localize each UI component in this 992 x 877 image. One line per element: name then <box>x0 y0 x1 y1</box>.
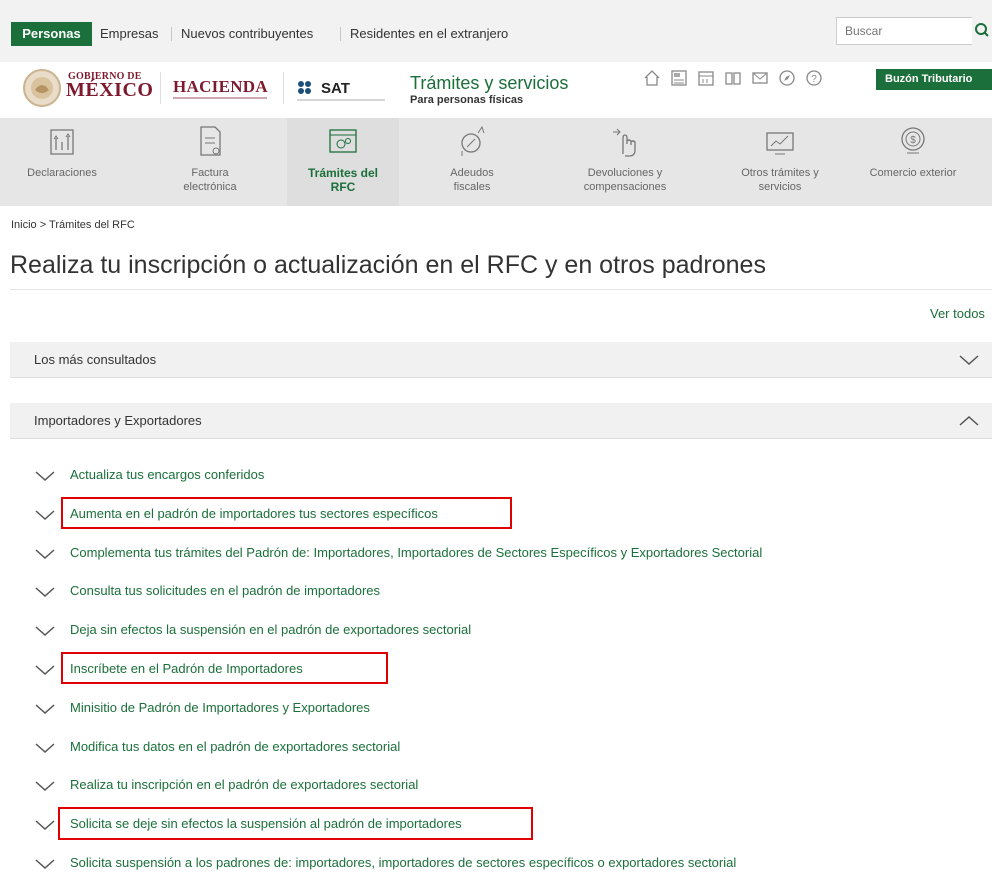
brand-divider <box>160 72 161 104</box>
list-item-label: Deja sin efectos la suspensión en el pad… <box>70 622 472 637</box>
tab-separator <box>340 27 341 41</box>
tab-empresas[interactable]: Empresas <box>100 22 159 46</box>
factura-icon <box>200 126 221 156</box>
search-input[interactable] <box>836 17 973 45</box>
list-item-label: Minisitio de Padrón de Importadores y Ex… <box>70 700 370 715</box>
sat-logo: SAT <box>321 80 350 97</box>
svg-text:?: ? <box>811 74 817 85</box>
hacienda-tagline <box>173 97 267 99</box>
compass-icon[interactable] <box>778 69 796 87</box>
chevron-down-icon <box>35 549 55 560</box>
hacienda-logo: HACIENDA <box>173 77 268 96</box>
sat-tagline <box>297 99 385 101</box>
nav-label: Declaraciones <box>27 167 97 179</box>
list-item-label: Complementa tus trámites del Padrón de: … <box>70 545 763 560</box>
nav-item-adeudos-fiscales[interactable]: Adeudos fiscales <box>432 118 512 206</box>
help-icon[interactable]: ? <box>805 69 823 87</box>
chevron-down-icon <box>35 781 55 792</box>
chevron-down-icon <box>35 743 55 754</box>
nav-label: Factura electrónica <box>183 167 237 193</box>
list-item-label: Actualiza tus encargos conferidos <box>70 467 265 482</box>
chevron-down-icon <box>35 704 55 715</box>
buzon-tributario-button[interactable]: Buzón Tributario <box>876 69 992 90</box>
highlight-box <box>58 807 533 840</box>
comercio-exterior-icon: $ <box>901 127 925 154</box>
accordion-label: Los más consultados <box>34 352 157 367</box>
mexico-seal-icon <box>23 69 61 107</box>
nav-item-tramites-rfc[interactable]: Trámites del RFC <box>297 118 389 206</box>
ver-todos-link[interactable]: Ver todos <box>930 306 985 321</box>
calendar-icon[interactable] <box>697 69 715 87</box>
rfc-icon <box>329 129 357 153</box>
accordion-label: Importadores y Exportadores <box>34 413 202 428</box>
nav-label: Otros trámites y servicios <box>741 167 819 193</box>
title-divider <box>10 289 992 290</box>
devoluciones-icon <box>613 128 636 157</box>
list-item-label: Solicita suspensión a los padrones de: i… <box>70 855 737 870</box>
nav-item-devoluciones[interactable]: Devoluciones y compensaciones <box>565 118 685 206</box>
tab-residentes-extranjero[interactable]: Residentes en el extranjero <box>350 22 508 46</box>
home-icon[interactable] <box>643 69 661 87</box>
chevron-down-icon <box>35 587 55 598</box>
nav-label: Adeudos fiscales <box>450 167 494 193</box>
nav-item-factura-electronica[interactable]: Factura electrónica <box>165 118 255 206</box>
calculator-icon[interactable] <box>670 69 688 87</box>
nav-label: Devoluciones y compensaciones <box>583 167 667 193</box>
nav-item-otros-tramites[interactable]: Otros trámites y servicios <box>730 118 830 206</box>
chevron-down-icon <box>35 471 55 482</box>
chevron-down-icon <box>35 626 55 637</box>
chevron-down-icon <box>35 510 55 521</box>
declaraciones-icon <box>50 129 74 155</box>
highlight-box <box>61 652 388 684</box>
brand-divider <box>283 72 284 104</box>
search-icon <box>975 23 989 37</box>
chevron-down-icon <box>35 820 55 831</box>
book-icon[interactable] <box>724 69 742 87</box>
list-item-label: Realiza tu inscripción en el padrón de e… <box>70 777 419 792</box>
sat-logo-icon <box>298 81 311 94</box>
search-button[interactable] <box>972 17 992 45</box>
accordion-mas-consultados[interactable]: Los más consultados <box>10 342 992 378</box>
chevron-up-icon <box>959 415 979 426</box>
chevron-down-icon <box>35 665 55 676</box>
otros-tramites-icon <box>766 132 794 155</box>
tab-personas[interactable]: Personas <box>11 22 92 46</box>
portal-title[interactable]: Trámites y servicios <box>410 73 568 94</box>
mexico-logo-text: MÉXICO <box>66 79 154 101</box>
nav-label: Comercio exterior <box>869 167 957 179</box>
breadcrumb[interactable]: Inicio > Trámites del RFC <box>11 219 135 231</box>
nav-item-comercio-exterior[interactable]: $ Comercio exterior <box>868 118 958 206</box>
list-item-label: Modifica tus datos en el padrón de expor… <box>70 739 401 754</box>
list-item-label: Consulta tus solicitudes en el padrón de… <box>70 583 381 598</box>
adeudos-icon <box>461 125 485 156</box>
tab-nuevos-contribuyentes[interactable]: Nuevos contribuyentes <box>181 22 313 46</box>
tab-separator <box>171 27 172 41</box>
page-title: Realiza tu inscripción o actualización e… <box>10 251 766 279</box>
nav-item-declaraciones[interactable]: Declaraciones <box>12 118 112 206</box>
highlight-box <box>61 497 512 529</box>
nav-label: Trámites del RFC <box>307 166 379 194</box>
chevron-down-icon <box>959 355 979 366</box>
accordion-importadores-exportadores[interactable]: Importadores y Exportadores <box>10 403 992 439</box>
mail-icon[interactable] <box>751 69 769 87</box>
chevron-down-icon <box>35 859 55 870</box>
portal-subtitle: Para personas físicas <box>410 94 524 106</box>
svg-text:$: $ <box>910 135 916 146</box>
